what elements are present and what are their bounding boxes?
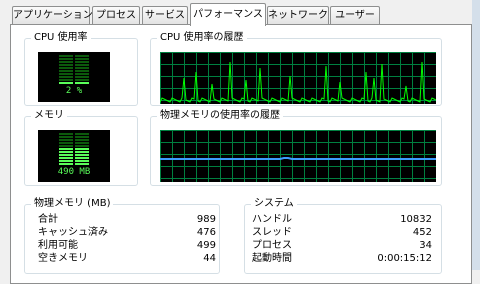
cpu-meter-segment (59, 64, 73, 66)
memory-meter-segment (59, 133, 73, 135)
memory-meter-segment (75, 154, 89, 156)
cpu-history-line (160, 61, 436, 103)
memory-history-line (160, 157, 436, 160)
stat-row-cached: キャッシュ済み 476 (38, 227, 216, 239)
cpu-meter-segment (75, 82, 89, 84)
stat-row-processes: プロセス 34 (252, 240, 432, 252)
memory-meter-segment (75, 163, 89, 165)
memory-meter-segment (75, 136, 89, 138)
cpu-meter-segment (59, 67, 73, 69)
cpu-meter-segment (59, 73, 73, 75)
stat-value: 476 (196, 227, 216, 238)
memory-meter-segment (59, 136, 73, 138)
memory-meter-segment (59, 160, 73, 162)
cpu-meter-segment (59, 82, 73, 84)
stat-value: 499 (196, 240, 216, 251)
physical-memory-title: 物理メモリ (MB) (31, 198, 114, 210)
cpu-meter-segment (75, 79, 89, 81)
stat-label: 合計 (38, 214, 58, 225)
cpu-meter-segment (59, 76, 73, 78)
tab-processes[interactable]: プロセス (92, 6, 140, 24)
stat-label: プロセス (252, 240, 292, 251)
cpu-history-plot (160, 52, 436, 104)
stat-row-total: 合計 989 (38, 214, 216, 226)
cpu-meter-segment (75, 61, 89, 63)
memory-meter-segment (75, 142, 89, 144)
cpu-meter-segment (59, 61, 73, 63)
cpu-meter-segment (75, 55, 89, 57)
system-title: システム (251, 198, 297, 210)
cpu-usage-title: CPU 使用率 (31, 32, 91, 44)
memory-meter-segment (59, 154, 73, 156)
window-edge (472, 0, 480, 270)
tab-performance[interactable]: パフォーマンス (190, 3, 266, 26)
memory-history-plot (160, 130, 436, 182)
cpu-meter-segment (59, 58, 73, 60)
cpu-meter-segment (59, 70, 73, 72)
tab-applications[interactable]: アプリケーション (12, 6, 93, 24)
stat-value: 44 (203, 253, 216, 264)
stat-label: スレッド (252, 227, 292, 238)
memory-meter-segment (59, 151, 73, 153)
memory-meter-segment (75, 139, 89, 141)
stat-value: 34 (419, 240, 432, 251)
memory-meter-segment (75, 148, 89, 150)
tab-networking[interactable]: ネットワーク (267, 6, 329, 24)
memory-meter-segment (75, 157, 89, 159)
memory-meter-segment (59, 148, 73, 150)
stat-value: 10832 (400, 214, 432, 225)
memory-history-graph (160, 130, 436, 182)
stat-label: 利用可能 (38, 240, 78, 251)
memory-meter-segment (75, 145, 89, 147)
cpu-meter-segment (75, 58, 89, 60)
memory-title: メモリ (31, 110, 67, 122)
cpu-meter-segment (75, 73, 89, 75)
stat-value: 452 (412, 227, 432, 238)
memory-meter-segment (59, 157, 73, 159)
tab-users[interactable]: ユーザー (330, 6, 380, 24)
cpu-meter-segment (75, 70, 89, 72)
memory-history-title: 物理メモリの使用率の履歴 (157, 110, 283, 122)
stat-row-handles: ハンドル 10832 (252, 214, 432, 226)
memory-meter-segment (59, 142, 73, 144)
stat-value: 0:00:15:12 (377, 253, 432, 264)
tab-services[interactable]: サービス (142, 6, 188, 24)
memory-meter: 490 MB (38, 130, 110, 182)
cpu-meter-segment (75, 64, 89, 66)
memory-meter-segment (59, 163, 73, 165)
memory-meter-segment (75, 151, 89, 153)
stat-label: 空きメモリ (38, 253, 88, 264)
stat-row-threads: スレッド 452 (252, 227, 432, 239)
memory-meter-segment (59, 145, 73, 147)
cpu-meter-segment (59, 55, 73, 57)
cpu-usage-value: 2 % (65, 86, 83, 96)
cpu-usage-meter: 2 % (38, 52, 110, 102)
memory-meter-segment (59, 139, 73, 141)
cpu-history-graph (160, 52, 436, 104)
stat-value: 989 (196, 214, 216, 225)
stat-label: ハンドル (252, 214, 292, 225)
stat-row-uptime: 起動時間 0:00:15:12 (252, 253, 432, 265)
tab-strip: アプリケーション プロセス サービス パフォーマンス ネットワーク ユーザー (0, 0, 480, 26)
stat-label: 起動時間 (252, 253, 292, 264)
cpu-meter-segment (59, 79, 73, 81)
memory-meter-segment (75, 160, 89, 162)
memory-meter-segment (75, 133, 89, 135)
cpu-history-title: CPU 使用率の履歴 (157, 32, 247, 44)
stat-label: キャッシュ済み (38, 227, 108, 238)
stat-row-free: 空きメモリ 44 (38, 253, 216, 265)
stat-row-available: 利用可能 499 (38, 240, 216, 252)
cpu-meter-segment (75, 76, 89, 78)
cpu-meter-segment (75, 67, 89, 69)
memory-value: 490 MB (57, 167, 91, 177)
